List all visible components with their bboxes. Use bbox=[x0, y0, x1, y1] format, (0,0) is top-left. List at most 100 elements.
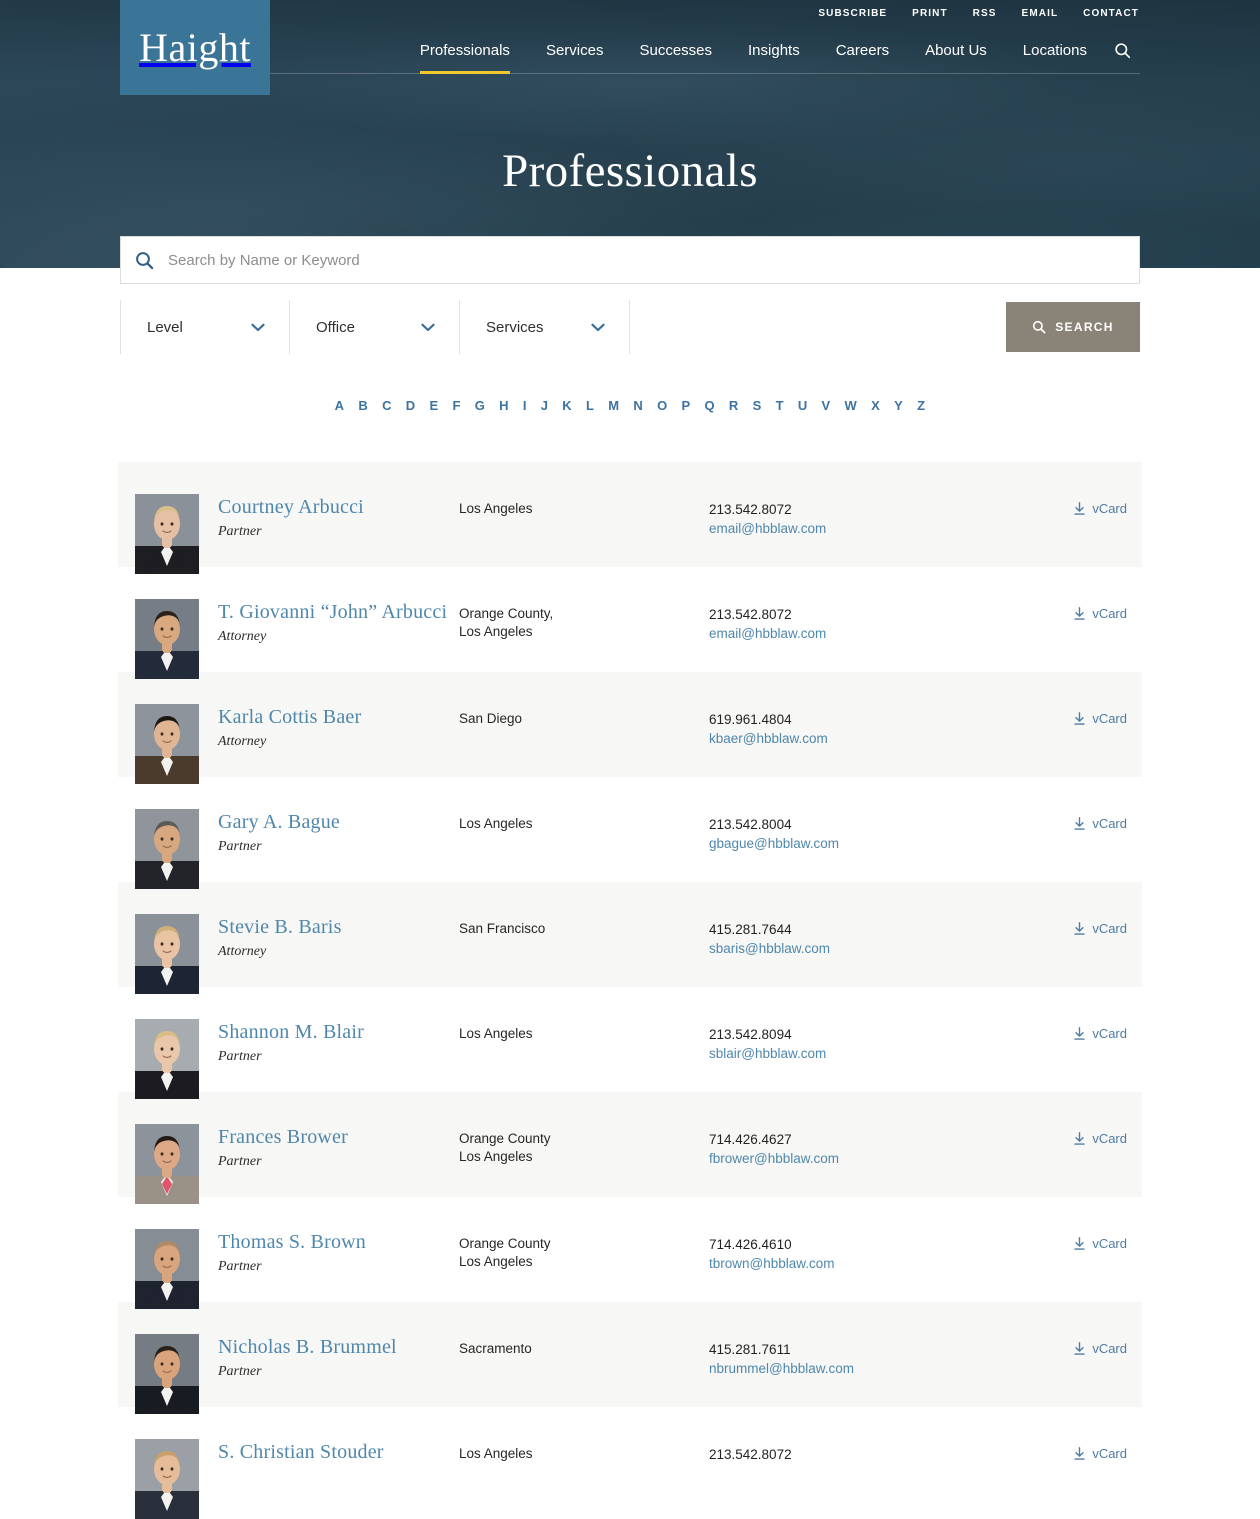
nav-item-locations[interactable]: Locations bbox=[1005, 26, 1105, 74]
alphabet-letter-o[interactable]: O bbox=[650, 398, 674, 413]
alphabet-letter-x[interactable]: X bbox=[864, 398, 887, 413]
professional-email[interactable]: kbaer@hbblaw.com bbox=[709, 729, 1039, 748]
alphabet-letter-n[interactable]: N bbox=[626, 398, 650, 413]
professional-email[interactable]: sbaris@hbblaw.com bbox=[709, 939, 1039, 958]
utility-link-print[interactable]: PRINT bbox=[912, 8, 948, 19]
keyword-search-bar[interactable] bbox=[120, 236, 1140, 284]
professional-email[interactable]: tbrown@hbblaw.com bbox=[709, 1254, 1039, 1273]
professional-email[interactable]: fbrower@hbblaw.com bbox=[709, 1149, 1039, 1168]
vcard-download-link[interactable]: vCard bbox=[1073, 501, 1127, 516]
alphabet-letter-z[interactable]: Z bbox=[910, 398, 932, 413]
professional-email[interactable]: sblair@hbblaw.com bbox=[709, 1044, 1039, 1063]
professional-email[interactable]: nbrummel@hbblaw.com bbox=[709, 1359, 1039, 1378]
professional-phone[interactable]: 714.426.4610 bbox=[709, 1235, 1039, 1254]
professional-name-link[interactable]: T. Giovanni “John” Arbucci bbox=[218, 601, 459, 624]
professional-email[interactable]: email@hbblaw.com bbox=[709, 519, 1039, 538]
professional-avatar[interactable] bbox=[135, 1019, 199, 1099]
professional-email[interactable]: gbague@hbblaw.com bbox=[709, 834, 1039, 853]
alphabet-letter-w[interactable]: W bbox=[838, 398, 865, 413]
alphabet-letter-a[interactable]: A bbox=[328, 398, 352, 413]
office-line: Los Angeles bbox=[459, 1254, 533, 1270]
professional-name-link[interactable]: Karla Cottis Baer bbox=[218, 706, 459, 729]
page-title: Professionals bbox=[502, 145, 758, 197]
professional-name-link[interactable]: Frances Brower bbox=[218, 1126, 459, 1149]
alphabet-letter-u[interactable]: U bbox=[791, 398, 815, 413]
vcard-cell: vCard bbox=[1039, 1015, 1142, 1041]
professional-name-link[interactable]: Shannon M. Blair bbox=[218, 1021, 459, 1044]
headshot-photo bbox=[135, 494, 199, 574]
professional-avatar[interactable] bbox=[135, 1124, 199, 1204]
professional-name-link[interactable]: Courtney Arbucci bbox=[218, 496, 459, 519]
vcard-download-link[interactable]: vCard bbox=[1073, 1236, 1127, 1251]
nav-item-successes[interactable]: Successes bbox=[621, 26, 730, 74]
alphabet-letter-s[interactable]: S bbox=[746, 398, 769, 413]
professional-phone[interactable]: 213.542.8072 bbox=[709, 500, 1039, 519]
search-submit-button[interactable]: SEARCH bbox=[1006, 302, 1140, 352]
vcard-download-link[interactable]: vCard bbox=[1073, 1341, 1127, 1356]
search-input[interactable] bbox=[168, 251, 1139, 269]
alphabet-letter-m[interactable]: M bbox=[601, 398, 626, 413]
nav-item-careers[interactable]: Careers bbox=[818, 26, 907, 74]
professional-phone[interactable]: 619.961.4804 bbox=[709, 710, 1039, 729]
professional-name-link[interactable]: Gary A. Bague bbox=[218, 811, 459, 834]
professional-phone[interactable]: 213.542.8004 bbox=[709, 815, 1039, 834]
professional-avatar[interactable] bbox=[135, 809, 199, 889]
alphabet-letter-d[interactable]: D bbox=[399, 398, 423, 413]
alphabet-letter-l[interactable]: L bbox=[579, 398, 601, 413]
alphabet-letter-y[interactable]: Y bbox=[887, 398, 910, 413]
nav-item-about-us[interactable]: About Us bbox=[907, 26, 1005, 74]
vcard-download-link[interactable]: vCard bbox=[1073, 606, 1127, 621]
professional-name-link[interactable]: Stevie B. Baris bbox=[218, 916, 459, 939]
professional-avatar[interactable] bbox=[135, 494, 199, 574]
alphabet-letter-e[interactable]: E bbox=[422, 398, 445, 413]
professional-name-link[interactable]: Nicholas B. Brummel bbox=[218, 1336, 459, 1359]
utility-link-rss[interactable]: RSS bbox=[973, 8, 997, 19]
utility-link-subscribe[interactable]: SUBSCRIBE bbox=[818, 8, 887, 19]
professional-avatar[interactable] bbox=[135, 704, 199, 784]
professional-avatar[interactable] bbox=[135, 599, 199, 679]
filter-dropdown-services[interactable]: Services bbox=[460, 300, 630, 354]
alphabet-letter-i[interactable]: I bbox=[516, 398, 534, 413]
nav-item-insights[interactable]: Insights bbox=[730, 26, 818, 74]
professional-avatar[interactable] bbox=[135, 1334, 199, 1414]
alphabet-letter-k[interactable]: K bbox=[555, 398, 579, 413]
alphabet-letter-c[interactable]: C bbox=[375, 398, 399, 413]
download-icon bbox=[1074, 1026, 1085, 1040]
professional-avatar[interactable] bbox=[135, 1439, 199, 1519]
alphabet-letter-f[interactable]: F bbox=[445, 398, 467, 413]
professional-name-link[interactable]: Thomas S. Brown bbox=[218, 1231, 459, 1254]
professional-email[interactable]: email@hbblaw.com bbox=[709, 624, 1039, 643]
professional-phone[interactable]: 213.542.8072 bbox=[709, 1445, 1039, 1464]
alphabet-letter-b[interactable]: B bbox=[351, 398, 375, 413]
alphabet-letter-p[interactable]: P bbox=[675, 398, 698, 413]
nav-item-services[interactable]: Services bbox=[528, 26, 622, 74]
utility-link-contact[interactable]: CONTACT bbox=[1083, 8, 1139, 19]
vcard-download-link[interactable]: vCard bbox=[1073, 921, 1127, 936]
vcard-download-link[interactable]: vCard bbox=[1073, 816, 1127, 831]
vcard-download-link[interactable]: vCard bbox=[1073, 1026, 1127, 1041]
nav-item-professionals[interactable]: Professionals bbox=[402, 26, 528, 74]
alphabet-letter-q[interactable]: Q bbox=[697, 398, 721, 413]
vcard-download-link[interactable]: vCard bbox=[1073, 1131, 1127, 1146]
vcard-download-link[interactable]: vCard bbox=[1073, 711, 1127, 726]
professional-avatar[interactable] bbox=[135, 1229, 199, 1309]
professional-offices: Los Angeles bbox=[459, 805, 709, 833]
site-logo[interactable]: Haight bbox=[120, 0, 270, 95]
utility-link-email[interactable]: EMAIL bbox=[1022, 8, 1059, 19]
filter-dropdown-level[interactable]: Level bbox=[120, 300, 290, 354]
professional-phone[interactable]: 213.542.8072 bbox=[709, 605, 1039, 624]
professional-phone[interactable]: 415.281.7644 bbox=[709, 920, 1039, 939]
alphabet-letter-g[interactable]: G bbox=[468, 398, 492, 413]
alphabet-letter-j[interactable]: J bbox=[534, 398, 556, 413]
professional-phone[interactable]: 714.426.4627 bbox=[709, 1130, 1039, 1149]
professional-avatar[interactable] bbox=[135, 914, 199, 994]
alphabet-letter-h[interactable]: H bbox=[492, 398, 516, 413]
nav-search-toggle[interactable] bbox=[1105, 26, 1139, 74]
professional-name-link[interactable]: S. Christian Stouder bbox=[218, 1441, 459, 1464]
alphabet-letter-t[interactable]: T bbox=[769, 398, 791, 413]
alphabet-letter-v[interactable]: V bbox=[815, 398, 838, 413]
professional-phone[interactable]: 213.542.8094 bbox=[709, 1025, 1039, 1044]
professional-phone[interactable]: 415.281.7611 bbox=[709, 1340, 1039, 1359]
alphabet-letter-r[interactable]: R bbox=[722, 398, 746, 413]
filter-dropdown-office[interactable]: Office bbox=[290, 300, 460, 354]
